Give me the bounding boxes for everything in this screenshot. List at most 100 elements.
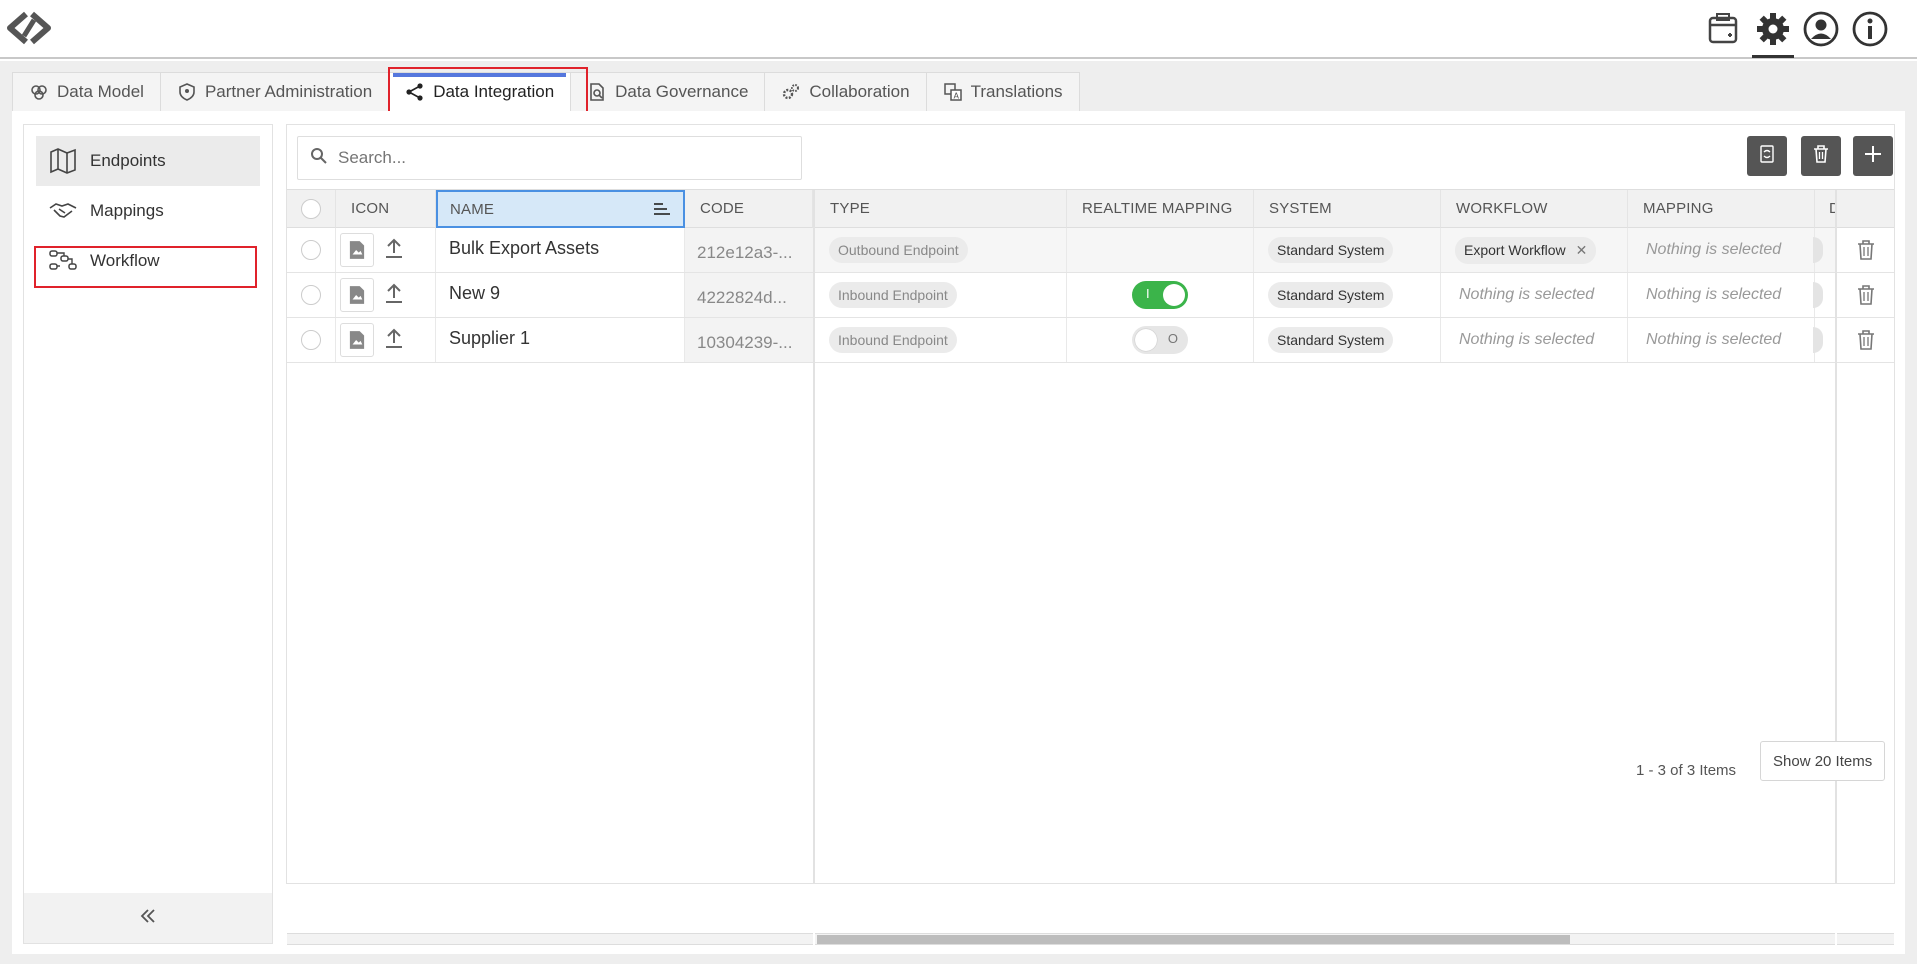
tab-data-integration[interactable]: Data Integration: [389, 72, 572, 112]
info-icon[interactable]: [1851, 10, 1889, 48]
select-all-checkbox[interactable]: [301, 198, 321, 219]
endpoint-code: 4222824d...: [697, 288, 787, 307]
image-placeholder-icon[interactable]: [340, 323, 374, 357]
delete-row-icon[interactable]: [1855, 284, 1877, 306]
delete-selected-button[interactable]: [1801, 136, 1841, 176]
search-box[interactable]: [297, 136, 802, 180]
workflow-select[interactable]: Nothing is selected: [1459, 286, 1594, 304]
workflow-select[interactable]: Nothing is selected: [1459, 331, 1594, 349]
tab-data-governance[interactable]: Data Governance: [571, 72, 766, 112]
sidebar-item-label: Endpoints: [90, 151, 166, 170]
tab-data-model[interactable]: Data Model: [12, 72, 161, 112]
toggle-state-label: I: [1146, 286, 1150, 301]
user-profile-icon[interactable]: [1802, 10, 1840, 48]
handshake-icon: [48, 196, 78, 226]
column-header-label: NAME: [450, 200, 495, 218]
column-header-label: MAPPING: [1643, 200, 1714, 217]
image-placeholder-icon[interactable]: [340, 233, 374, 267]
actions-header: [1837, 190, 1894, 228]
map-icon: [48, 146, 78, 176]
share-nodes-icon: [405, 82, 425, 102]
column-header-label: TYPE: [830, 200, 870, 217]
row-checkbox[interactable]: [301, 240, 321, 260]
sidebar-item-label: Mappings: [90, 201, 164, 220]
settings-gear-icon[interactable]: [1754, 10, 1792, 48]
realtime-mapping-toggle[interactable]: O: [1132, 326, 1188, 354]
mapping-select[interactable]: Nothing is selected: [1646, 331, 1781, 349]
row-checkbox[interactable]: [301, 330, 321, 350]
endpoint-name: Bulk Export Assets: [449, 238, 600, 258]
remove-tag-icon[interactable]: ✕: [1576, 242, 1588, 258]
system-badge[interactable]: Standard System: [1268, 282, 1394, 308]
column-header-realtime-mapping[interactable]: REALTIME MAPPING: [1067, 190, 1254, 228]
column-header-workflow[interactable]: WORKFLOW: [1441, 190, 1628, 228]
tab-label: Data Integration: [433, 82, 555, 101]
upload-icon[interactable]: [384, 327, 404, 353]
pinned-horizontal-scrollbar[interactable]: [287, 933, 813, 945]
column-header-partial[interactable]: D: [1815, 190, 1837, 228]
realtime-mapping-toggle[interactable]: I: [1132, 281, 1188, 309]
column-header-label: SYSTEM: [1269, 200, 1332, 217]
endpoint-code: 212e12a3-...: [697, 243, 793, 262]
add-endpoint-button[interactable]: [1853, 136, 1893, 176]
cart-box-icon[interactable]: [1704, 10, 1742, 48]
tab-translations[interactable]: A Translations: [926, 72, 1080, 112]
type-badge: Inbound Endpoint: [829, 327, 957, 353]
double-chevron-left-icon: [138, 906, 158, 931]
upload-icon[interactable]: [384, 237, 404, 263]
column-header-label: REALTIME MAPPING: [1082, 200, 1233, 217]
sidebar-item-label: Workflow: [90, 251, 160, 270]
toggle-state-label: O: [1167, 331, 1178, 346]
table-row[interactable]: Bulk Export Assets 212e12a3-... Outbound…: [287, 228, 1894, 273]
sort-icon[interactable]: [653, 202, 671, 220]
horizontal-scrollbar[interactable]: [815, 933, 1835, 945]
table-row[interactable]: Supplier 1 10304239-... Inbound Endpoint…: [287, 318, 1894, 363]
column-header-mapping[interactable]: MAPPING: [1628, 190, 1815, 228]
sidebar-item-mappings[interactable]: Mappings: [36, 186, 260, 236]
image-placeholder-icon[interactable]: [340, 278, 374, 312]
endpoint-code: 10304239-...: [697, 333, 793, 352]
pinned-columns-divider: [813, 190, 815, 884]
endpoint-name: Supplier 1: [449, 328, 531, 348]
system-badge[interactable]: Standard System: [1268, 327, 1394, 353]
row-checkbox[interactable]: [301, 285, 321, 305]
mapping-select[interactable]: Nothing is selected: [1646, 241, 1781, 259]
gears-icon: [781, 82, 801, 102]
mapping-select[interactable]: Nothing is selected: [1646, 286, 1781, 304]
column-header-system[interactable]: SYSTEM: [1254, 190, 1441, 228]
column-header-name[interactable]: NAME: [436, 190, 685, 228]
upload-icon[interactable]: [384, 282, 404, 308]
tab-collaboration[interactable]: Collaboration: [765, 72, 927, 112]
sidebar: Endpoints Mappings Workflow: [23, 124, 273, 944]
search-input[interactable]: [338, 148, 778, 168]
tab-partner-administration[interactable]: Partner Administration: [160, 72, 390, 112]
column-header-type[interactable]: TYPE: [815, 190, 1067, 228]
workflow-tag[interactable]: Export Workflow ✕: [1455, 236, 1597, 264]
tab-label: Partner Administration: [204, 82, 373, 101]
tab-label: Data Governance: [615, 82, 749, 101]
sync-icon: [1756, 143, 1778, 170]
tab-label: Collaboration: [809, 82, 910, 101]
table-row[interactable]: New 9 4222824d... Inbound Endpoint I Sta…: [287, 273, 1894, 318]
app-logo-icon[interactable]: [6, 10, 52, 46]
app-shell: Data Model Partner Administration Data I…: [0, 61, 1917, 964]
delete-row-icon[interactable]: [1855, 239, 1877, 261]
document-search-icon: [587, 82, 607, 102]
show-items-button[interactable]: Show 20 Items: [1760, 741, 1886, 781]
collapse-sidebar-button[interactable]: [24, 893, 272, 943]
active-settings-indicator: [1752, 55, 1794, 58]
sync-button[interactable]: [1747, 136, 1787, 176]
system-badge[interactable]: Standard System: [1268, 237, 1394, 263]
sidebar-item-workflow[interactable]: Workflow: [36, 236, 260, 286]
svg-text:A: A: [953, 92, 959, 101]
delete-row-icon[interactable]: [1855, 329, 1877, 351]
column-header-icon[interactable]: ICON: [336, 190, 436, 228]
sidebar-item-endpoints[interactable]: Endpoints: [36, 136, 260, 186]
realtime-empty-cell: [1067, 228, 1254, 272]
top-bar: [0, 0, 1917, 59]
translate-icon: A: [943, 82, 963, 102]
column-header-code[interactable]: CODE: [685, 190, 813, 228]
column-header-label: WORKFLOW: [1456, 200, 1548, 217]
pagination-count: 1 - 3 of 3 Items: [1636, 762, 1737, 779]
scrollbar-thumb[interactable]: [817, 935, 1570, 944]
